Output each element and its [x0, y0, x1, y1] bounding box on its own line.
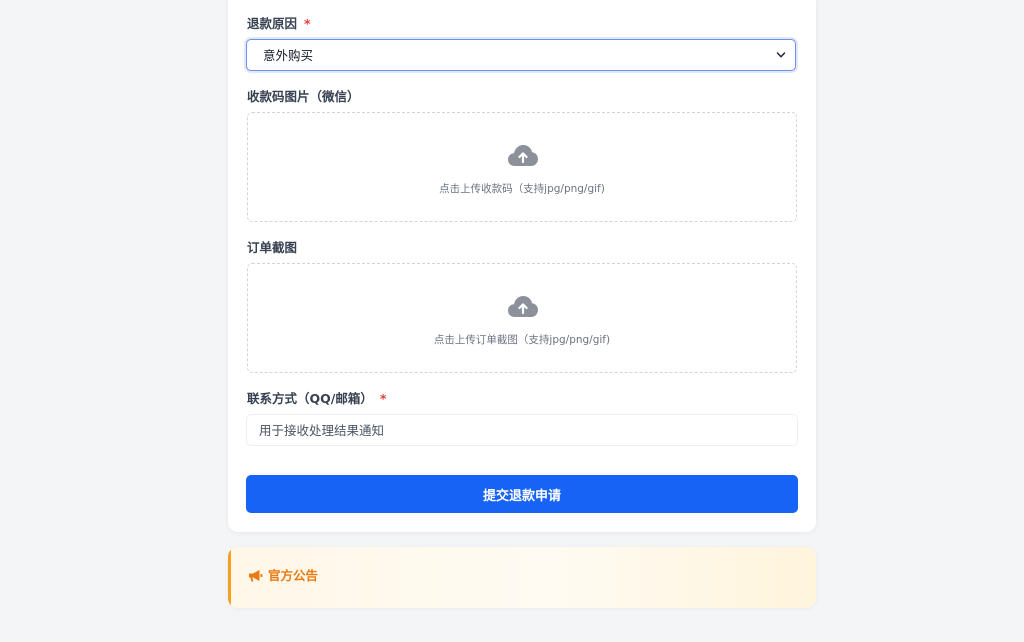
order-screenshot-label: 订单截图 [247, 240, 298, 255]
page: 退款原因 * 意外购买 收款码图片（微信） 点击上传收款码（支持jpg/png/g… [0, 0, 1024, 642]
notice-title: 官方公告 [268, 568, 319, 583]
submit-refund-button[interactable]: 提交退款申请 [246, 475, 798, 513]
required-mark: * [304, 16, 311, 31]
chevron-down-icon [776, 52, 786, 58]
order-screenshot-dropzone[interactable]: 点击上传订单截图（支持jpg/png/gif) [247, 263, 797, 373]
contact-label: 联系方式（QQ/邮箱） * [247, 391, 386, 407]
cloud-upload-icon [508, 145, 538, 166]
payment-qr-dropzone[interactable]: 点击上传收款码（支持jpg/png/gif) [247, 112, 797, 222]
notice-accent-bar [228, 547, 231, 608]
contact-label-text: 联系方式（QQ/邮箱） [247, 391, 373, 406]
required-mark: * [379, 391, 387, 406]
cloud-upload-icon [508, 296, 538, 317]
refund-reason-selected-value: 意外购买 [263, 48, 314, 63]
refund-reason-label-text: 退款原因 [247, 16, 298, 31]
order-screenshot-hint: 点击上传订单截图（支持jpg/png/gif) [433, 334, 611, 346]
megaphone-icon [249, 570, 263, 582]
refund-reason-label: 退款原因 * [247, 16, 311, 32]
payment-qr-hint: 点击上传收款码（支持jpg/png/gif) [439, 183, 605, 195]
refund-reason-select[interactable]: 意外购买 [246, 39, 796, 71]
official-notice: 官方公告 [228, 547, 816, 608]
payment-qr-label: 收款码图片（微信） [247, 89, 360, 104]
contact-input[interactable] [246, 414, 798, 446]
